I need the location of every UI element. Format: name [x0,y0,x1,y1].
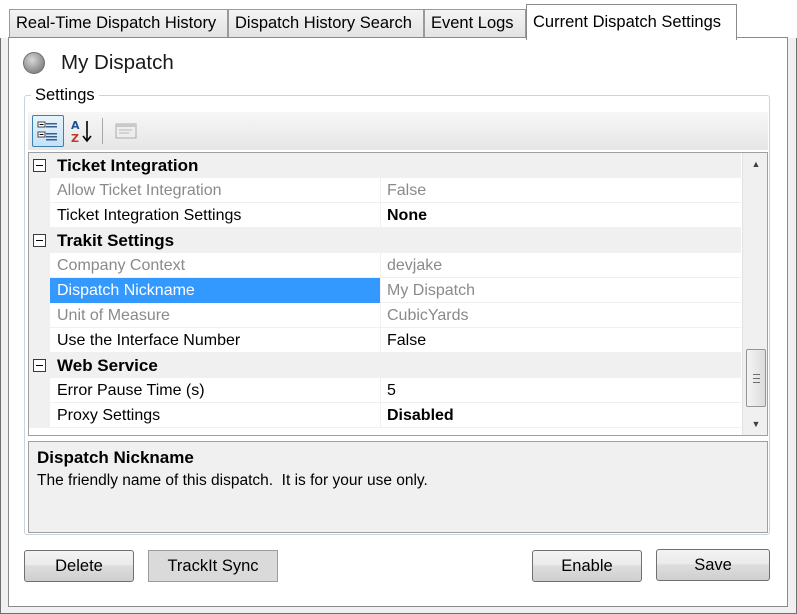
row-margin [29,278,50,303]
vertical-scrollbar[interactable]: ▲ ▼ [742,153,767,435]
delete-button[interactable]: Delete [24,550,134,582]
property-value[interactable]: Disabled [382,403,741,428]
property-name: Ticket Integration Settings [50,203,381,228]
property-name: Use the Interface Number [50,328,381,353]
description-pane: Dispatch Nickname The friendly name of t… [28,441,768,533]
property-value[interactable]: False [382,328,741,353]
status-indicator-icon [23,52,45,74]
categorized-button[interactable] [32,115,64,147]
collapse-icon[interactable] [33,234,46,247]
alphabetical-button[interactable]: A Z [66,115,98,147]
property-name: Dispatch Nickname [50,278,381,303]
property-value[interactable]: False [382,178,741,203]
property-row-use-interface-number[interactable]: Use the Interface Number False [29,328,741,353]
save-button[interactable]: Save [656,549,770,581]
property-name: Company Context [50,253,381,278]
trackit-sync-button[interactable]: TrackIt Sync [148,550,278,582]
row-margin [29,403,50,428]
enable-button[interactable]: Enable [532,550,642,582]
property-value[interactable]: 5 [382,378,741,403]
svg-text:A: A [71,119,80,132]
scroll-up-arrow-icon[interactable]: ▲ [743,155,767,173]
category-row-trakit-settings[interactable]: Trakit Settings [29,228,741,253]
category-row-ticket-integration[interactable]: Ticket Integration [29,153,741,178]
property-grid-rows: Ticket Integration Allow Ticket Integrat… [29,153,741,428]
property-value[interactable]: devjake [382,253,741,278]
toolbar-separator [102,118,103,144]
property-row-dispatch-nickname[interactable]: Dispatch Nickname My Dispatch [29,278,741,303]
property-name: Allow Ticket Integration [50,178,381,203]
categorized-list-icon [37,121,57,141]
property-name: Error Pause Time (s) [50,378,381,403]
description-text: The friendly name of this dispatch. It i… [37,472,428,489]
property-row-error-pause-time[interactable]: Error Pause Time (s) 5 [29,378,741,403]
collapse-icon[interactable] [33,359,46,372]
tab-real-time-dispatch-history[interactable]: Real-Time Dispatch History [9,9,228,38]
tab-strip: Real-Time Dispatch History Dispatch Hist… [0,0,797,40]
property-grid[interactable]: Ticket Integration Allow Ticket Integrat… [28,152,768,436]
scroll-thumb[interactable] [746,349,766,407]
row-margin [29,253,50,278]
category-label: Trakit Settings [57,231,175,250]
description-title: Dispatch Nickname [37,448,194,467]
property-row-allow-ticket-integration[interactable]: Allow Ticket Integration False [29,178,741,203]
property-row-unit-of-measure[interactable]: Unit of Measure CubicYards [29,303,741,328]
property-row-proxy-settings[interactable]: Proxy Settings Disabled [29,403,741,428]
property-row-company-context[interactable]: Company Context devjake [29,253,741,278]
property-grid-toolbar: A Z [28,112,768,150]
property-value[interactable]: None [382,203,741,228]
property-name: Proxy Settings [50,403,381,428]
category-row-web-service[interactable]: Web Service [29,353,741,378]
property-pages-icon [115,123,137,139]
collapse-icon[interactable] [33,159,46,172]
dispatch-name-title: My Dispatch [61,51,174,74]
row-margin [29,378,50,403]
grip-icon [752,373,760,383]
property-value[interactable]: My Dispatch [382,278,741,303]
tab-event-logs[interactable]: Event Logs [424,9,526,38]
tab-dispatch-history-search[interactable]: Dispatch History Search [228,9,424,38]
category-label: Web Service [57,356,158,375]
category-label: Ticket Integration [57,156,199,175]
property-value[interactable]: CubicYards [382,303,741,328]
property-row-ticket-integration-settings[interactable]: Ticket Integration Settings None [29,203,741,228]
tab-current-dispatch-settings[interactable]: Current Dispatch Settings [526,4,737,40]
property-name: Unit of Measure [50,303,381,328]
property-pages-button[interactable] [110,115,142,147]
scroll-down-arrow-icon[interactable]: ▼ [743,415,767,433]
row-margin [29,203,50,228]
row-margin [29,303,50,328]
row-margin [29,328,50,353]
svg-text:Z: Z [71,132,79,144]
row-margin [29,178,50,203]
sort-az-icon: A Z [71,119,92,144]
settings-group-label: Settings [31,86,99,105]
